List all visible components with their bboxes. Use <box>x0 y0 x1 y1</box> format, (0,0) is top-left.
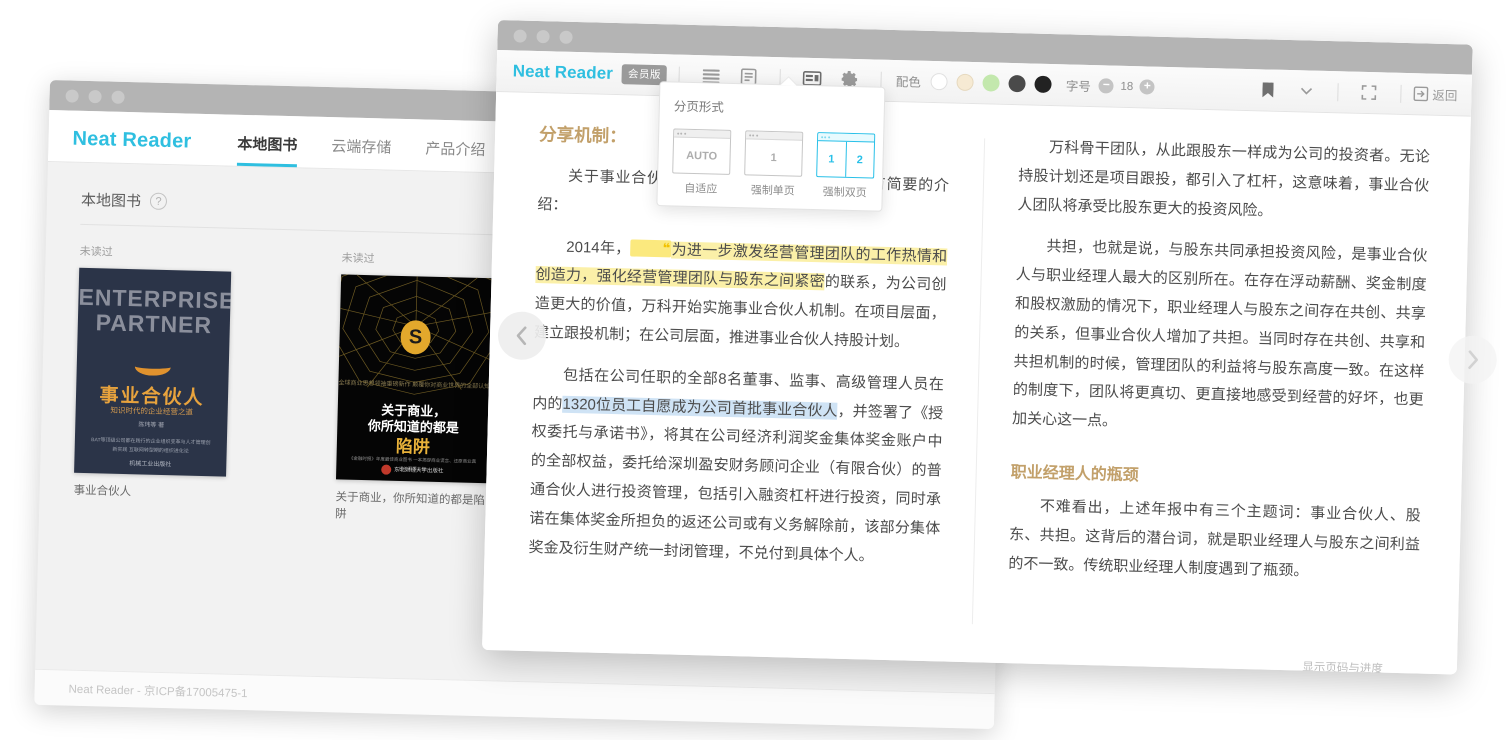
next-page-button[interactable] <box>1448 335 1498 385</box>
page-right: 万科骨干团队，从此跟股东一样成为公司的投资者。无论持股计划还是项目跟投，都引入了… <box>971 104 1471 674</box>
option-single-thumb: 1 <box>744 130 804 177</box>
option-double-right-label: 2 <box>856 154 864 167</box>
option-double-left-label: 1 <box>817 141 847 178</box>
theme-swatch-white[interactable] <box>930 72 949 91</box>
fontsize-value: 18 <box>1120 80 1134 93</box>
reader-window: Neat Reader 会员版 配色 字号 − 18 + 返回 分享机制： 关于… <box>482 20 1498 675</box>
toolbar-right-group: 返回 <box>1249 77 1458 108</box>
book-title: 关于商业，你所知道的都是陷阱 <box>334 491 486 521</box>
popover-options: AUTO 自适应 1 强制单页 1 2 强制双页 <box>672 128 876 200</box>
book-read-state: 未读过 <box>341 252 375 266</box>
fontsize-label: 字号 <box>1065 79 1092 95</box>
book-title: 事业合伙人 <box>73 484 132 499</box>
fontsize-decrease-button[interactable]: − <box>1098 77 1115 94</box>
bookmark-icon[interactable] <box>1255 77 1282 104</box>
tab-cloud-storage[interactable]: 云端存储 <box>331 135 392 170</box>
screen: Neat Reader 本地图书 云端存储 产品介绍 本地图书 ? 未读过 EN… <box>0 0 1511 740</box>
help-icon[interactable]: ? <box>149 192 168 210</box>
left-paragraph-2: 2014年， ❝ 为进一步激发经营管理团队的工作热情和创造力，强化经营管理团队与股东… <box>534 233 948 359</box>
option-auto-thumb: AUTO <box>672 128 732 175</box>
right-paragraph-3: 不难看出，上述年报中有三个主题词：事业合伙人、股东、共担。这背后的潜台词，就是职… <box>1008 497 1421 580</box>
window-close-button[interactable] <box>513 28 527 43</box>
library-brand: Neat Reader <box>72 127 192 153</box>
chevron-down-icon[interactable] <box>1293 78 1320 105</box>
quote-mark-icon: ❝ <box>630 239 672 258</box>
popover-title: 分页形式 <box>673 99 725 115</box>
tab-product-intro[interactable]: 产品介绍 <box>425 138 486 173</box>
cover-publisher: 机械工业出版社 <box>129 461 172 469</box>
theme-swatch-green[interactable] <box>982 74 1001 92</box>
theme-swatch-cream[interactable] <box>956 73 975 92</box>
tab-local-books[interactable]: 本地图书 <box>236 132 298 168</box>
theme-label: 配色 <box>895 75 922 90</box>
window-maximize-button[interactable] <box>111 90 125 104</box>
para2-year: 2014年， <box>566 238 631 258</box>
option-double-page[interactable]: 1 2 强制双页 <box>816 132 876 200</box>
window-maximize-button[interactable] <box>559 30 573 44</box>
option-single-page[interactable]: 1 强制单页 <box>744 130 804 198</box>
back-button[interactable]: 返回 <box>1413 84 1458 104</box>
back-label: 返回 <box>1432 88 1458 104</box>
library-footer: Neat Reader - 京ICP备17005475-1 <box>34 668 995 730</box>
option-auto-thumb-label: AUTO <box>685 149 718 163</box>
reader-brand: Neat Reader <box>512 60 614 83</box>
option-double-thumb: 1 2 <box>816 132 876 179</box>
toolbar-divider <box>1337 82 1339 101</box>
section-title: 本地图书 <box>80 191 142 211</box>
book-read-state: 未读过 <box>79 245 113 259</box>
fullscreen-icon[interactable] <box>1356 79 1383 106</box>
cover-swoosh-icon <box>134 357 172 377</box>
fontsize-stepper: − 18 + <box>1098 77 1156 95</box>
cover-blurb: BAT等顶级公司都在践行的企业组织变革与人才管理创新实践 互联网转型期的组织进化… <box>91 437 211 455</box>
chevron-left-icon <box>516 326 527 346</box>
chevron-right-icon <box>1468 350 1479 369</box>
toolbar-divider <box>1400 84 1402 103</box>
theme-swatch-black[interactable] <box>1034 75 1053 94</box>
cover-author: 陈玮等 著 <box>138 422 165 429</box>
option-auto-label: 自适应 <box>684 182 718 196</box>
para3-highlight[interactable]: 1320位员工自愿成为公司首批事业合伙人 <box>562 395 838 420</box>
theme-swatches <box>930 72 1053 94</box>
book-card[interactable]: 未读过 ENTERPRISE PARTNER 事业合伙人 知识时代的企业经营之道… <box>73 243 232 520</box>
option-double-label: 强制双页 <box>822 186 867 200</box>
fontsize-increase-button[interactable]: + <box>1139 78 1156 95</box>
progress-note[interactable]: 显示页码与进度 <box>1302 659 1383 675</box>
right-paragraph-1: 万科骨干团队，从此跟股东一样成为公司的投资者。无论持股计划还是项目跟投，都引入了… <box>1017 138 1431 220</box>
cover-publisher-text: 东北财经大学出版社 <box>393 467 444 475</box>
window-minimize-button[interactable] <box>536 29 550 43</box>
left-paragraph-3: 包括在公司任职的全部8名董事、监事、高级管理人员在内的1320位员工自愿成为公司… <box>528 361 944 573</box>
book-cover[interactable]: S 全球商业思想领袖重磅新作 颠覆你对商业世界的全部认知 关于商业， 你所知道的… <box>335 274 494 484</box>
book-cover[interactable]: ENTERPRISE PARTNER 事业合伙人 知识时代的企业经营之道 陈玮等… <box>74 267 232 477</box>
para3-part-b: ，并签署了《授权委托与承诺书》，将其在公司经济利润奖金集体奖金账户中的全部权益，… <box>528 402 944 565</box>
library-tabs: 本地图书 云端存储 产品介绍 <box>236 132 486 173</box>
option-single-thumb-label: 1 <box>770 151 777 165</box>
theme-swatch-darkgray[interactable] <box>1008 74 1027 93</box>
exit-icon <box>1413 86 1429 102</box>
popover-caret <box>780 77 797 86</box>
option-auto[interactable]: AUTO 自适应 <box>672 128 732 196</box>
option-single-label: 强制单页 <box>750 184 795 198</box>
window-minimize-button[interactable] <box>88 89 102 103</box>
reader-pages: 分享机制： 关于事业合伙人机制，万科在2014年年报中有简要的介绍： 2014年… <box>482 92 1471 674</box>
right-paragraph-2: 共担，也就是说，与股东共同承担投资风险，是事业合伙人与职业经理人最大的区别所在。… <box>1011 238 1428 430</box>
book-card[interactable]: 未读过 S 全球商业思想领袖重磅新作 颠覆你对商业世界的全部认知 关于商业， 你… <box>335 249 494 526</box>
cover-line-2: PARTNER <box>95 309 213 339</box>
option-double-pages: 1 2 <box>817 141 874 178</box>
right-page-heading: 职业经理人的瓶颈 <box>1010 464 1139 485</box>
pagination-popover: 分页形式 AUTO 自适应 1 强制单页 1 2 强制双页 <box>656 77 886 212</box>
window-close-button[interactable] <box>65 88 79 103</box>
